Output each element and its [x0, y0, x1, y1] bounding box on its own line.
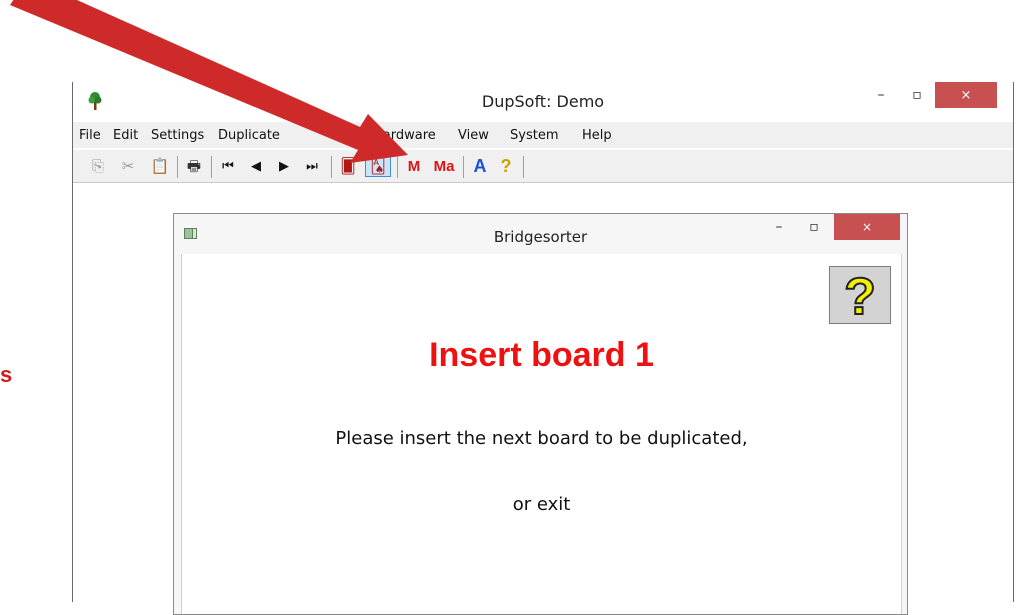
dialog-titlebar: Bridgesorter – ▫ × — [174, 214, 907, 254]
toolbar-separator — [463, 156, 464, 178]
dialog-message: Please insert the next board to be dupli… — [335, 428, 748, 449]
dialog-maximize-button[interactable]: ▫ — [799, 214, 829, 240]
toolbar-separator — [177, 156, 178, 178]
previous-icon[interactable]: ◀ — [245, 155, 267, 177]
ma-button[interactable]: Ma — [429, 155, 459, 177]
dialog-heading: Insert board 1 — [429, 336, 654, 374]
dialog-close-button[interactable]: × — [834, 214, 900, 240]
minimize-button[interactable]: – — [863, 82, 899, 108]
bridgesorter-icon[interactable]: 🂡 — [365, 155, 391, 177]
cut-icon[interactable]: ✂ — [117, 155, 139, 177]
menu-file[interactable]: File — [79, 128, 101, 143]
maximize-button[interactable]: ▫ — [899, 82, 935, 108]
dialog-body: ? Insert board 1 Please insert the next … — [181, 254, 902, 614]
help-icon[interactable]: ? — [495, 155, 517, 177]
first-icon[interactable]: ⏮ — [217, 155, 239, 177]
help-button[interactable]: ? — [829, 266, 891, 324]
menubar: File Edit Settings Duplicate Hardware Vi… — [73, 122, 1013, 148]
m-button[interactable]: M — [403, 155, 425, 177]
menu-view[interactable]: View — [458, 128, 489, 143]
board-icon[interactable]: 🂠 — [337, 155, 359, 177]
menu-duplicate[interactable]: Duplicate — [218, 128, 280, 143]
toolbar-separator — [331, 156, 332, 178]
paste-icon[interactable]: 📋 — [149, 155, 171, 177]
menu-settings[interactable]: Settings — [151, 128, 204, 143]
titlebar: DupSoft: Demo – ▫ × — [73, 82, 1013, 120]
toolbar-separator — [211, 156, 212, 178]
stray-label: s — [0, 362, 13, 387]
client-area: Bridgesorter – ▫ × ? Insert board 1 Plea… — [73, 183, 1013, 615]
toolbar: ⎘ ✂ 📋 🖶 ⏮ ◀ ▶ ⏭ 🂠 🂡 M Ma A ? — [73, 150, 1013, 183]
menu-help[interactable]: Help — [582, 128, 612, 143]
font-button[interactable]: A — [469, 155, 491, 177]
dialog-message-secondary: or exit — [512, 494, 571, 515]
copy-icon[interactable]: ⎘ — [87, 155, 109, 177]
dialog-minimize-button[interactable]: – — [764, 214, 794, 240]
last-icon[interactable]: ⏭ — [301, 155, 323, 177]
menu-system[interactable]: System — [510, 128, 558, 143]
toolbar-separator — [397, 156, 398, 178]
close-button[interactable]: × — [935, 82, 997, 108]
dialog-title: Bridgesorter — [493, 228, 588, 246]
toolbar-separator — [523, 156, 524, 178]
next-icon[interactable]: ▶ — [273, 155, 295, 177]
print-icon[interactable]: 🖶 — [183, 155, 205, 177]
menu-edit[interactable]: Edit — [113, 128, 138, 143]
main-window: DupSoft: Demo – ▫ × File Edit Settings D… — [72, 82, 1014, 615]
svg-text:?: ? — [844, 270, 876, 320]
bridgesorter-dialog: Bridgesorter – ▫ × ? Insert board 1 Plea… — [173, 213, 908, 615]
menu-hardware[interactable]: Hardware — [373, 128, 436, 143]
question-mark-icon: ? — [843, 270, 877, 320]
